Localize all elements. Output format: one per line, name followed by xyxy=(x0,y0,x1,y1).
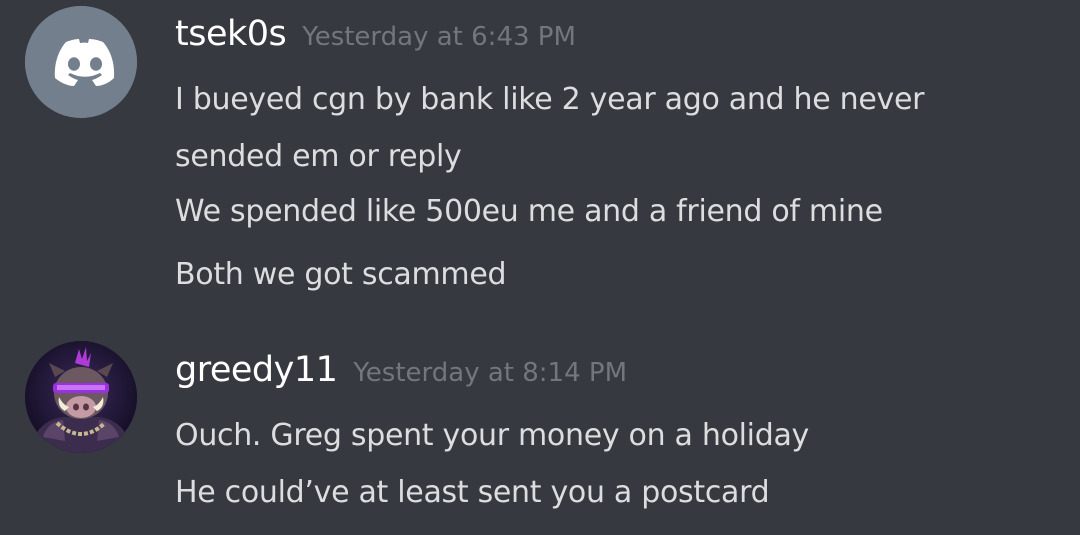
message-text: We spended like 500eu me and a friend of… xyxy=(175,194,883,229)
message-text: He could’ve at least sent you a postcard xyxy=(175,475,770,510)
timestamp[interactable]: Yesterday at 6:43 PM xyxy=(302,22,576,52)
message-text: I bueyed cgn by bank like 2 year ago and… xyxy=(175,82,925,117)
username[interactable]: tsek0s xyxy=(175,14,287,54)
timestamp[interactable]: Yesterday at 8:14 PM xyxy=(353,358,627,388)
avatar[interactable] xyxy=(25,6,137,118)
message-text: Ouch. Greg spent your money on a holiday xyxy=(175,418,809,453)
message-text: sended em or reply xyxy=(175,139,462,174)
chat-messages: tsek0s Yesterday at 6:43 PM I bueyed cgn … xyxy=(0,0,1080,535)
avatar[interactable] xyxy=(25,341,137,453)
warthog-character-avatar-icon xyxy=(25,341,137,453)
message-text: Both we got scammed xyxy=(175,257,507,292)
message-header: tsek0s Yesterday at 6:43 PM xyxy=(175,14,576,54)
message-header: greedy11 Yesterday at 8:14 PM xyxy=(175,350,627,390)
discord-default-avatar-icon xyxy=(25,6,137,118)
username[interactable]: greedy11 xyxy=(175,350,338,390)
